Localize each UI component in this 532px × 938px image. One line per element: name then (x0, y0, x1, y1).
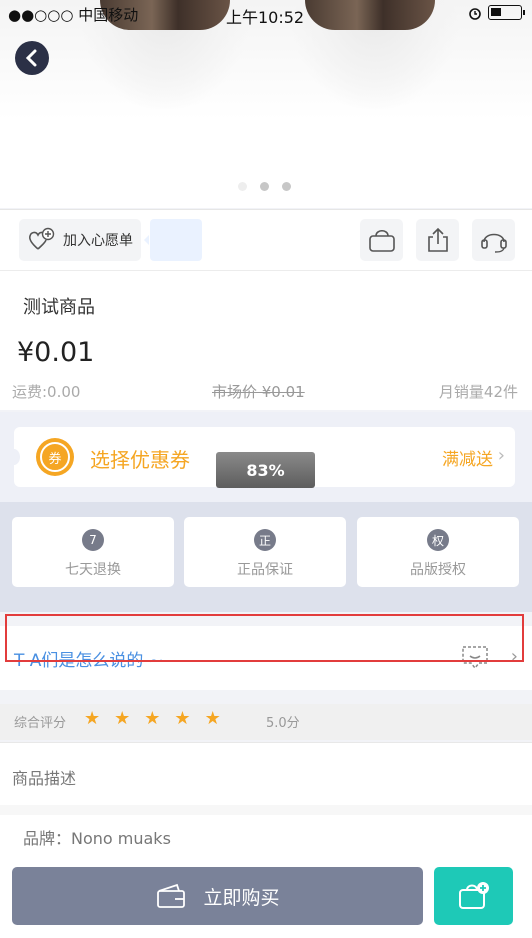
status-bar: ●●○○○ 中国移动 上午10:52 (0, 0, 532, 28)
alarm-icon (469, 7, 481, 20)
star-icon: ★ (204, 708, 221, 729)
shipping-fee: 运费:0.00 (12, 383, 81, 401)
seven-icon: 7 (82, 529, 104, 551)
rating-row: 综合评分 ★ ★ ★ ★ ★ 5.0分 (0, 704, 532, 740)
guarantee-license[interactable]: 权 品版授权 (357, 517, 519, 587)
star-icon: ★ (174, 708, 191, 729)
coupon-promo: 满减送 (442, 450, 493, 470)
coupon-notch (8, 449, 20, 465)
star-icon: ★ (144, 708, 161, 729)
wishlist-label: 加入心愿单 (63, 233, 133, 249)
headset-icon (480, 233, 507, 253)
chevron-right-icon: › (510, 646, 518, 667)
product-image-carousel[interactable]: ●●○○○ 中国移动 上午10:52 (0, 0, 532, 208)
clock: 上午10:52 (226, 8, 305, 27)
carousel-indicator (238, 182, 291, 191)
star-icon: ★ (84, 708, 101, 729)
back-button[interactable] (15, 41, 49, 75)
guarantee-label: 正品保证 (237, 562, 293, 578)
reviews-title: T A们是怎么说的 ~ (14, 651, 164, 671)
coupon-badge-text: 券 (40, 442, 70, 472)
carousel-dot[interactable] (238, 182, 247, 191)
customer-service-button[interactable] (472, 219, 515, 261)
bag-icon (368, 229, 395, 252)
chevron-right-icon: › (497, 445, 505, 466)
rating-label: 综合评分 (14, 716, 67, 731)
monthly-sales: 月销量42件 (438, 383, 518, 401)
loading-progress-toast: 83% (216, 452, 315, 488)
add-to-cart-icon (458, 882, 489, 909)
add-to-wishlist-button[interactable]: 加入心愿单 (19, 219, 141, 261)
bottom-bar: 立即购买 (0, 866, 532, 926)
buy-now-label: 立即购买 (203, 886, 280, 909)
guarantee-label: 品版授权 (410, 562, 466, 578)
battery-icon (488, 5, 525, 20)
share-icon (427, 227, 448, 252)
authentic-icon: 正 (254, 529, 276, 551)
action-bar: 加入心愿单 (0, 209, 532, 270)
comment-icon (462, 646, 488, 670)
product-info: 测试商品 ¥0.01 运费:0.00 市场价 ¥0.01 月销量42件 (0, 270, 532, 410)
guarantee-section: 7 七天退换 正 正品保证 权 品版授权 (0, 502, 532, 612)
description-heading: 商品描述 (12, 769, 77, 788)
product-price: ¥0.01 (17, 337, 95, 368)
coupon-title: 选择优惠券 (90, 448, 190, 472)
market-price: 市场价 ¥0.01 (212, 383, 305, 401)
share-button[interactable] (416, 219, 459, 261)
chevron-left-icon (25, 49, 37, 67)
guarantee-label: 七天退换 (65, 562, 121, 578)
star-rating: ★ ★ ★ ★ ★ (84, 708, 221, 729)
product-name: 测试商品 (23, 297, 95, 318)
section-divider (0, 805, 532, 815)
star-icon: ★ (114, 708, 131, 729)
carousel-dot[interactable] (282, 182, 291, 191)
coupon-icon: 券 (36, 438, 74, 476)
reviews-link[interactable]: T A们是怎么说的 ~ › (0, 626, 532, 690)
heart-plus-icon (28, 227, 55, 250)
carrier-label: ●●○○○ 中国移动 (8, 6, 139, 24)
rating-score: 5.0分 (266, 716, 300, 731)
guarantee-seven-day-return[interactable]: 7 七天退换 (12, 517, 174, 587)
status-right (468, 5, 525, 20)
buy-now-button[interactable]: 立即购买 (12, 867, 423, 925)
wishlist-tooltip (144, 219, 202, 261)
brand-text: 品牌：Nono muaks (23, 829, 171, 848)
license-icon: 权 (427, 529, 449, 551)
shopping-bag-button[interactable] (360, 219, 403, 261)
add-to-cart-button[interactable] (434, 867, 513, 925)
wallet-icon (157, 883, 186, 908)
guarantee-authentic[interactable]: 正 正品保证 (184, 517, 346, 587)
carousel-dot[interactable] (260, 182, 269, 191)
